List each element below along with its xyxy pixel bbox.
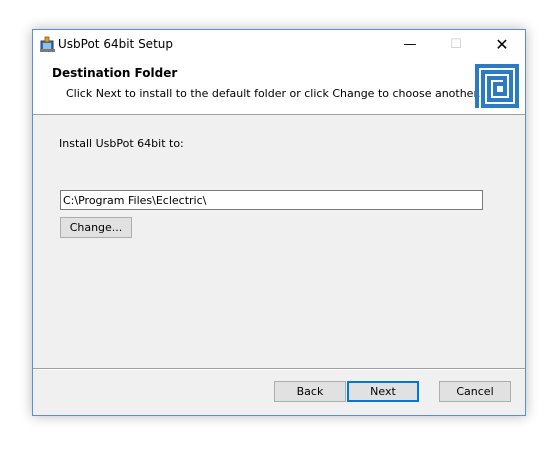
back-button[interactable]: Back	[274, 381, 346, 402]
close-button[interactable]: ✕	[479, 30, 525, 60]
maximize-button[interactable]: ☐	[433, 30, 479, 60]
page-title: Destination Folder	[52, 66, 178, 80]
banner: Destination Folder Click Next to install…	[33, 60, 525, 115]
spiral-logo-icon	[475, 64, 519, 108]
installer-icon	[40, 36, 55, 52]
footer-divider	[33, 368, 525, 370]
next-button[interactable]: Next	[347, 381, 419, 402]
destination-path-input[interactable]	[60, 190, 483, 210]
page-subtitle: Click Next to install to the default fol…	[66, 87, 481, 100]
install-to-label: Install UsbPot 64bit to:	[59, 137, 184, 150]
setup-window: UsbPot 64bit Setup — ☐ ✕ Destination Fol…	[32, 29, 526, 416]
change-button[interactable]: Change...	[60, 217, 132, 238]
cancel-button[interactable]: Cancel	[439, 381, 511, 402]
title-bar[interactable]: UsbPot 64bit Setup — ☐ ✕	[33, 30, 525, 60]
window-title: UsbPot 64bit Setup	[58, 37, 173, 51]
minimize-button[interactable]: —	[387, 30, 433, 60]
